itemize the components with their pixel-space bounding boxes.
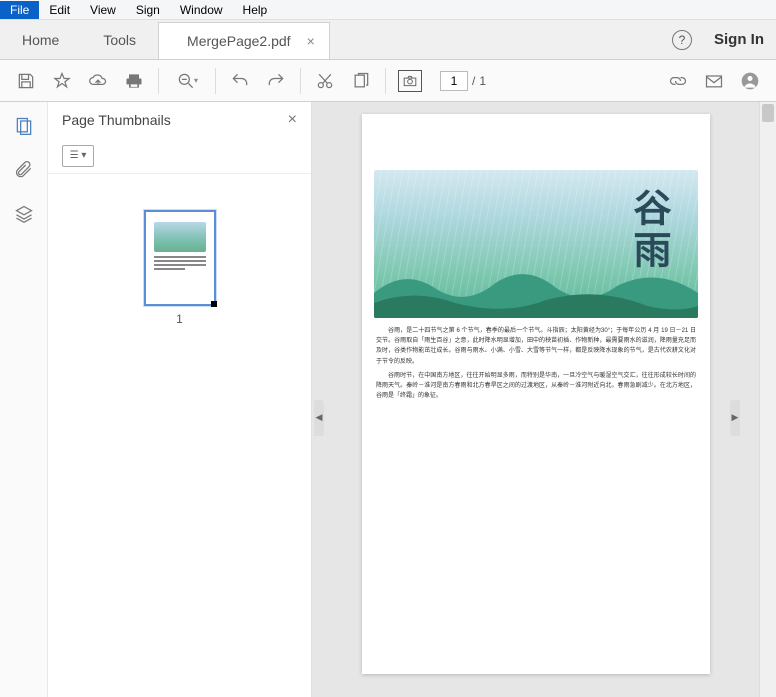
- hero-image: 谷雨: [374, 170, 698, 318]
- star-icon[interactable]: [44, 63, 80, 99]
- main-area: Page Thumbnails × ☰ ▾ 1 ◀ ▶ 谷雨: [0, 102, 776, 697]
- menu-window[interactable]: Window: [170, 1, 233, 19]
- profile-icon[interactable]: [732, 63, 768, 99]
- collapse-left-icon[interactable]: ◀: [314, 400, 324, 436]
- tab-document[interactable]: MergePage2.pdf ×: [158, 22, 330, 59]
- toolbar: ▾ / 1: [0, 60, 776, 102]
- document-view: ◀ ▶ 谷雨 谷雨，是二十四节气之第 6 个节气，春季的最后一个节气。斗指辰；太…: [312, 102, 776, 697]
- menu-file[interactable]: File: [0, 1, 39, 19]
- tab-home[interactable]: Home: [0, 20, 81, 59]
- menu-edit[interactable]: Edit: [39, 1, 80, 19]
- thumbnails-icon[interactable]: [12, 114, 36, 138]
- thumbnails-panel: Page Thumbnails × ☰ ▾ 1: [48, 102, 312, 697]
- copy-icon[interactable]: [343, 63, 379, 99]
- page-number-input[interactable]: [440, 71, 468, 91]
- menu-sign[interactable]: Sign: [126, 1, 170, 19]
- page-nav: / 1: [440, 71, 486, 91]
- signin-button[interactable]: Sign In: [714, 31, 764, 48]
- collapse-right-icon[interactable]: ▶: [730, 400, 740, 436]
- page-sep: /: [472, 74, 475, 88]
- page-total: 1: [479, 74, 486, 88]
- thumbnails-title: Page Thumbnails: [62, 112, 171, 128]
- nav-rail: [0, 102, 48, 697]
- help-icon[interactable]: ?: [672, 30, 692, 50]
- close-icon[interactable]: ×: [307, 33, 315, 49]
- link-icon[interactable]: [660, 63, 696, 99]
- menu-help[interactable]: Help: [233, 1, 278, 19]
- snapshot-button[interactable]: [392, 63, 428, 99]
- attachment-icon[interactable]: [12, 158, 36, 182]
- thumbnail-1-label: 1: [176, 312, 183, 326]
- page-thumbnail-1[interactable]: [144, 210, 216, 306]
- doc-body: 谷雨，是二十四节气之第 6 个节气，春季的最后一个节气。斗指辰；太阳黄经为30°…: [376, 326, 696, 405]
- doc-title-cjk: 谷雨: [621, 188, 676, 272]
- print-icon[interactable]: [116, 63, 152, 99]
- save-icon[interactable]: [8, 63, 44, 99]
- mail-icon[interactable]: [696, 63, 732, 99]
- doc-paragraph-1: 谷雨，是二十四节气之第 6 个节气，春季的最后一个节气。斗指辰；太阳黄经为30°…: [376, 326, 696, 367]
- close-panel-icon[interactable]: ×: [288, 111, 297, 129]
- menu-view[interactable]: View: [80, 1, 126, 19]
- cut-icon[interactable]: [307, 63, 343, 99]
- vertical-scrollbar[interactable]: [759, 102, 776, 697]
- tabbar: Home Tools MergePage2.pdf × ? Sign In: [0, 20, 776, 60]
- document-scroll[interactable]: ◀ ▶ 谷雨 谷雨，是二十四节气之第 6 个节气，春季的最后一个节气。斗指辰；太…: [312, 102, 759, 697]
- thumbnail-options-button[interactable]: ☰ ▾: [62, 145, 94, 167]
- undo-icon[interactable]: [222, 63, 258, 99]
- layers-icon[interactable]: [12, 202, 36, 226]
- page-1: 谷雨 谷雨，是二十四节气之第 6 个节气，春季的最后一个节气。斗指辰；太阳黄经为…: [362, 114, 710, 674]
- cloud-upload-icon[interactable]: [80, 63, 116, 99]
- tab-document-label: MergePage2.pdf: [187, 33, 291, 49]
- doc-paragraph-2: 谷雨时节，在中国南方地区，往往开始明显多雨，而特别是华南，一旦冷空气与暖湿空气交…: [376, 371, 696, 402]
- tab-tools[interactable]: Tools: [81, 20, 158, 59]
- zoom-out-icon[interactable]: ▾: [165, 63, 209, 99]
- redo-icon[interactable]: [258, 63, 294, 99]
- menubar: File Edit View Sign Window Help: [0, 0, 776, 20]
